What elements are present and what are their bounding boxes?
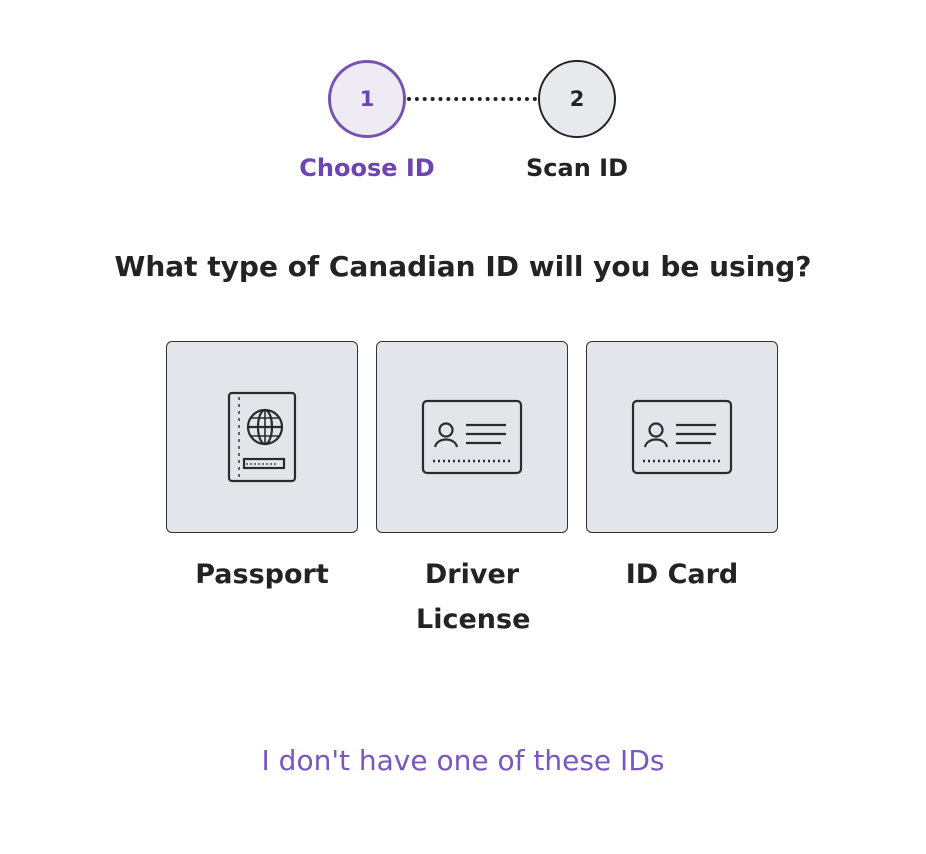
passport-icon bbox=[227, 391, 297, 483]
step-1-number: 1 bbox=[359, 87, 375, 111]
id-card-icon bbox=[631, 399, 733, 475]
driver-license-label: Driver License bbox=[416, 559, 531, 635]
step-2-label: Scan ID bbox=[526, 154, 628, 182]
driver-license-option-button[interactable] bbox=[376, 341, 568, 533]
step-connector bbox=[407, 97, 537, 101]
id-card-option-button[interactable] bbox=[586, 341, 778, 533]
step-1-indicator: 1 bbox=[328, 60, 406, 138]
step-2-number: 2 bbox=[569, 87, 585, 111]
passport-label: Passport bbox=[195, 559, 329, 590]
page-question: What type of Canadian ID will you be usi… bbox=[114, 250, 812, 283]
passport-option-button[interactable] bbox=[166, 341, 358, 533]
id-card-label: ID Card bbox=[625, 559, 739, 590]
step-1-label: Choose ID bbox=[299, 154, 435, 182]
no-id-link[interactable]: I don't have one of these IDs bbox=[0, 742, 926, 780]
progress-stepper: 1 2 Choose ID Scan ID bbox=[0, 0, 926, 200]
id-card-icon bbox=[421, 399, 523, 475]
step-2-indicator: 2 bbox=[538, 60, 616, 138]
